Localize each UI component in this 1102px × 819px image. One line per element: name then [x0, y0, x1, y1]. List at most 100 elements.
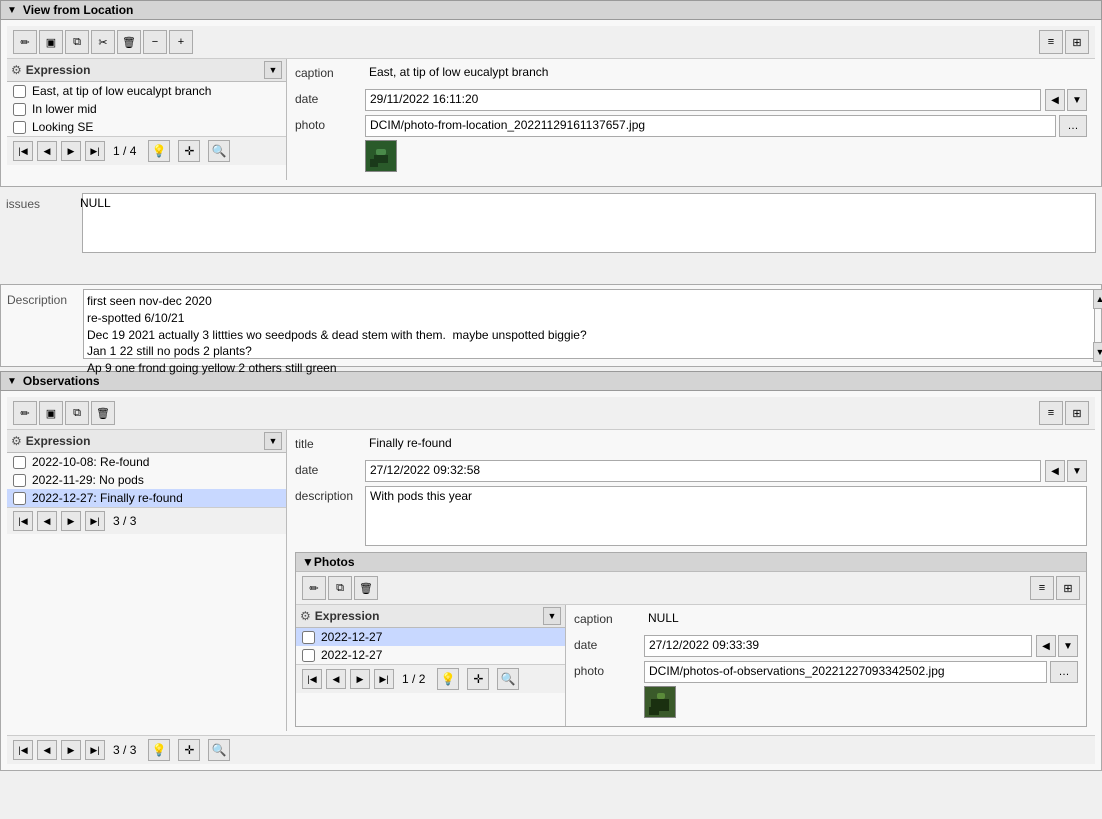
vfl-caption-value[interactable]: East, at tip of low eucalypt branch [365, 63, 1087, 85]
obs-nav-last[interactable]: ▶| [85, 511, 105, 531]
description-textarea[interactable] [83, 289, 1095, 359]
obs-save-btn[interactable]: ▣ [39, 401, 63, 425]
obs-delete-btn[interactable]: 🗑 [91, 401, 115, 425]
obs-date-value[interactable]: 27/12/2022 09:32:58 [365, 460, 1041, 482]
photos-toolbar: ✏ ⧉ 🗑 ≡ ⊞ [296, 572, 1086, 605]
photos-copy-btn[interactable]: ⧉ [328, 576, 352, 600]
list-item[interactable]: 2022-12-27 [296, 646, 565, 664]
photos-move-btn[interactable]: ✛ [467, 668, 489, 690]
obs-desc-value[interactable]: With pods this year [365, 486, 1087, 546]
bottom-nav-first[interactable]: |◀ [13, 740, 33, 760]
bottom-search-btn[interactable]: 🔍 [208, 739, 230, 761]
photos-title: Photos [314, 555, 355, 569]
vfl-item1-label: East, at tip of low eucalypt branch [32, 84, 211, 98]
photos-grid-view-btn[interactable]: ⊞ [1056, 576, 1080, 600]
photos-nav-first[interactable]: |◀ [302, 669, 322, 689]
photos-left-panel: ⚙ Expression ▼ 2022-12-27 [296, 605, 566, 726]
obs-title-row: title Finally re-found [295, 434, 1087, 456]
bottom-move-btn[interactable]: ✛ [178, 739, 200, 761]
photos-expr-dropdown[interactable]: ▼ [543, 607, 561, 625]
obs-nav-first[interactable]: |◀ [13, 511, 33, 531]
photo-caption-value[interactable]: NULL [644, 609, 1078, 631]
photos-delete-btn[interactable]: 🗑 [354, 576, 378, 600]
photos-nav-next[interactable]: ▶ [350, 669, 370, 689]
obs-item1-check[interactable] [13, 456, 26, 469]
vfl-item1-check[interactable] [13, 85, 26, 98]
vfl-item3-check[interactable] [13, 121, 26, 134]
vfl-browse-btn[interactable]: … [1059, 115, 1087, 137]
obs-copy-btn[interactable]: ⧉ [65, 401, 89, 425]
vfl-edit-btn[interactable]: ✏ [13, 30, 37, 54]
obs-edit-btn[interactable]: ✏ [13, 401, 37, 425]
obs-nav-prev[interactable]: ◀ [37, 511, 57, 531]
vfl-minus-btn[interactable]: − [143, 30, 167, 54]
vfl-photo-path[interactable]: DCIM/photo-from-location_202211291611376… [365, 115, 1056, 137]
list-item[interactable]: 2022-12-27 [296, 628, 565, 646]
vfl-date-next[interactable]: ▼ [1067, 89, 1087, 111]
vfl-grid-view-btn[interactable]: ⊞ [1065, 30, 1089, 54]
photos-nav-prev[interactable]: ◀ [326, 669, 346, 689]
vfl-copy-btn[interactable]: ⧉ [65, 30, 89, 54]
vfl-save-btn[interactable]: ▣ [39, 30, 63, 54]
obs-nav-next[interactable]: ▶ [61, 511, 81, 531]
bottom-nav-prev[interactable]: ◀ [37, 740, 57, 760]
vfl-date-value[interactable]: 29/11/2022 16:11:20 [365, 89, 1041, 111]
vfl-nav-next[interactable]: ▶ [61, 141, 81, 161]
photos-nav-sep: / [412, 672, 419, 686]
description-scroll-up[interactable]: ▲ [1093, 289, 1102, 309]
photos-search-btn[interactable]: 🔍 [497, 668, 519, 690]
obs-item2-check[interactable] [13, 474, 26, 487]
obs-item3-check[interactable] [13, 492, 26, 505]
vfl-nav-last[interactable]: ▶| [85, 141, 105, 161]
list-item[interactable]: In lower mid [7, 100, 286, 118]
photo-item1-check[interactable] [302, 631, 315, 644]
vfl-nav-count: 1 / 4 [109, 144, 140, 158]
vfl-move-btn[interactable]: ✛ [178, 140, 200, 162]
list-item[interactable]: 2022-10-08: Re-found [7, 453, 286, 471]
bottom-nav-last[interactable]: ▶| [85, 740, 105, 760]
vfl-item2-check[interactable] [13, 103, 26, 116]
list-item[interactable]: East, at tip of low eucalypt branch [7, 82, 286, 100]
photos-edit-btn[interactable]: ✏ [302, 576, 326, 600]
bottom-highlight-btn[interactable]: 💡 [148, 739, 170, 761]
vfl-search-btn[interactable]: 🔍 [208, 140, 230, 162]
obs-expr-dropdown[interactable]: ▼ [264, 432, 282, 450]
photo-item2-check[interactable] [302, 649, 315, 662]
photos-nav-last[interactable]: ▶| [374, 669, 394, 689]
list-item[interactable]: Looking SE [7, 118, 286, 136]
vfl-photo-content: DCIM/photo-from-location_202211291611376… [365, 115, 1087, 172]
bottom-nav-bar: |◀ ◀ ▶ ▶| 3 / 3 💡 ✛ 🔍 [7, 735, 1095, 764]
photo-browse-btn[interactable]: … [1050, 661, 1078, 683]
list-item[interactable]: 2022-12-27: Finally re-found [7, 489, 286, 507]
photo-date-prev[interactable]: ◀ [1036, 635, 1056, 657]
vfl-cut-btn[interactable]: ✂ [91, 30, 115, 54]
photos-header[interactable]: ▼ Photos [296, 553, 1086, 572]
description-scroll-down[interactable]: ▼ [1093, 342, 1102, 362]
vfl-highlight-btn[interactable]: 💡 [148, 140, 170, 162]
vfl-table-view-btn[interactable]: ≡ [1039, 30, 1063, 54]
bottom-nav-next[interactable]: ▶ [61, 740, 81, 760]
photo-date-next[interactable]: ▼ [1058, 635, 1078, 657]
view-from-location-header[interactable]: ▼ View from Location [0, 0, 1102, 20]
vfl-expr-dropdown[interactable]: ▼ [264, 61, 282, 79]
obs-date-next[interactable]: ▼ [1067, 460, 1087, 482]
vfl-nav-first[interactable]: |◀ [13, 141, 33, 161]
photo-date-value[interactable]: 27/12/2022 09:33:39 [644, 635, 1032, 657]
vfl-photo-path-row: DCIM/photo-from-location_202211291611376… [365, 115, 1087, 137]
obs-expr-header: ⚙ Expression ▼ [7, 430, 286, 453]
obs-grid-view-btn[interactable]: ⊞ [1065, 401, 1089, 425]
vfl-nav-prev[interactable]: ◀ [37, 141, 57, 161]
obs-table-view-btn[interactable]: ≡ [1039, 401, 1063, 425]
vfl-photo-label: photo [295, 115, 365, 132]
obs-title-value[interactable]: Finally re-found [365, 434, 1087, 456]
observations-header[interactable]: ▼ Observations [0, 371, 1102, 391]
vfl-plus-btn[interactable]: + [169, 30, 193, 54]
view-from-location-body: ✏ ▣ ⧉ ✂ 🗑 − + ≡ ⊞ ⚙ Expression [0, 20, 1102, 187]
list-item[interactable]: 2022-11-29: No pods [7, 471, 286, 489]
photos-table-view-btn[interactable]: ≡ [1030, 576, 1054, 600]
obs-date-prev[interactable]: ◀ [1045, 460, 1065, 482]
photos-highlight-btn[interactable]: 💡 [437, 668, 459, 690]
vfl-date-prev[interactable]: ◀ [1045, 89, 1065, 111]
vfl-delete-btn[interactable]: 🗑 [117, 30, 141, 54]
photo-path-value[interactable]: DCIM/photos-of-observations_202212270933… [644, 661, 1047, 683]
